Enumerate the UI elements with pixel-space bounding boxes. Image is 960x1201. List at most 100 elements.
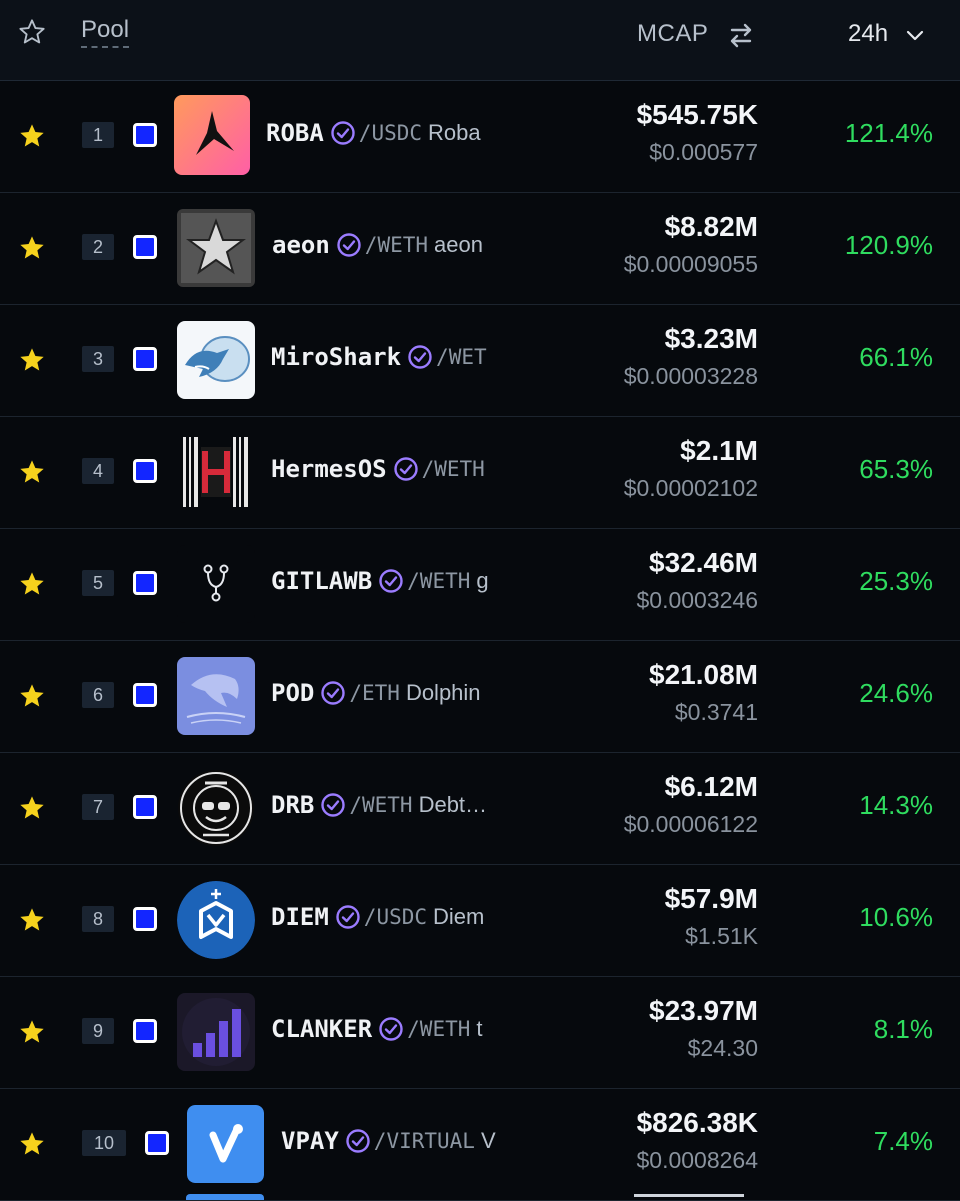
pod-logo	[177, 657, 255, 735]
chain-badge-icon	[133, 571, 157, 595]
price-change-24h: 24.6%	[859, 678, 933, 708]
table-row[interactable]: 7 DRB/WETH Debt… $6.12M $0.00006122 14.3%	[0, 753, 960, 865]
chain-badge-icon	[145, 1131, 169, 1155]
verified-check-icon	[321, 793, 346, 817]
verified-check-icon	[336, 905, 360, 929]
quote-token: /WETH	[407, 569, 471, 593]
star-filled-icon[interactable]	[18, 122, 46, 150]
token-symbol: HermesOS	[271, 455, 387, 483]
token-price: $1.51K	[685, 923, 758, 949]
table-row[interactable]: 3 MiroShark/WET $3.23M $0.00003228 66.1%	[0, 305, 960, 417]
star-filled-icon[interactable]	[18, 570, 46, 598]
token-name: Diem	[433, 904, 485, 929]
chain-badge-icon	[133, 907, 157, 931]
star-outline-icon[interactable]	[18, 18, 46, 46]
token-price: $24.30	[687, 1035, 758, 1061]
token-price: $0.000577	[649, 139, 758, 165]
chain-badge-icon	[133, 347, 157, 371]
star-filled-icon[interactable]	[18, 234, 46, 262]
quote-token: /WETH	[421, 457, 485, 481]
hermesos-logo	[177, 433, 255, 511]
price-change-24h: 8.1%	[873, 1014, 933, 1044]
next-row-partial	[634, 1193, 754, 1200]
token-name: t	[476, 1016, 483, 1041]
table-row[interactable]: 10 VPAY/VIRTUAL V $826.38K $0.0008264 7.4…	[0, 1089, 960, 1201]
table-row[interactable]: 8 DIEM/USDC Diem $57.9M $1.51K 10.6%	[0, 865, 960, 977]
table-row[interactable]: 5 GITLAWB/WETH g $32.46M $0.0003246 25.3%	[0, 529, 960, 641]
verified-check-icon	[379, 1017, 403, 1041]
pool-column-header[interactable]: Pool	[81, 16, 130, 48]
table-row[interactable]: 4 HermesOS/WETH $2.1M $0.00002102 65.3%	[0, 417, 960, 529]
rank-badge: 4	[82, 458, 114, 484]
star-filled-icon[interactable]	[18, 346, 46, 374]
price-change-24h: 10.6%	[859, 902, 933, 932]
token-name: Roba	[428, 120, 481, 145]
gitlawb-logo	[177, 545, 255, 623]
price-change-24h: 65.3%	[859, 454, 933, 484]
token-symbol: aeon	[272, 231, 330, 259]
token-price: $0.0008264	[636, 1147, 758, 1173]
star-filled-icon[interactable]	[18, 1130, 46, 1158]
token-price: $0.0003246	[636, 587, 758, 613]
token-name: V	[480, 1128, 496, 1153]
chain-badge-icon	[133, 123, 157, 147]
price-change-24h: 66.1%	[859, 342, 933, 372]
rank-badge: 3	[82, 346, 114, 372]
star-filled-icon[interactable]	[18, 682, 46, 710]
table-row[interactable]: 6 POD/ETH Dolphin $21.08M $0.3741 24.6%	[0, 641, 960, 753]
token-symbol: ROBA	[266, 119, 324, 147]
chevron-down-icon[interactable]	[906, 29, 924, 43]
verified-check-icon	[337, 233, 361, 257]
pool-token-info[interactable]: DRB/WETH Debt…	[271, 791, 529, 825]
pool-token-info[interactable]: DIEM/USDC Diem	[271, 903, 529, 937]
pool-token-info[interactable]: HermesOS/WETH	[271, 455, 529, 489]
quote-token: /WET	[436, 345, 487, 369]
star-filled-icon[interactable]	[18, 906, 46, 934]
table-row[interactable]: 9 CLANKER/WETH t $23.97M $24.30 8.1%	[0, 977, 960, 1089]
pool-token-info[interactable]: POD/ETH Dolphin	[271, 679, 529, 713]
token-price: $0.00003228	[623, 363, 758, 389]
aeon-logo	[177, 209, 255, 287]
swap-arrows-icon[interactable]	[726, 21, 756, 49]
chain-badge-icon	[133, 683, 157, 707]
token-symbol: MiroShark	[271, 343, 402, 371]
pool-token-info[interactable]: CLANKER/WETH t	[271, 1015, 529, 1049]
verified-check-icon	[379, 569, 403, 593]
token-price: $0.00009055	[623, 251, 758, 277]
chain-badge-icon	[133, 795, 157, 819]
rank-badge: 9	[82, 1018, 114, 1044]
pool-token-info[interactable]: VPAY/VIRTUAL V	[281, 1127, 528, 1161]
quote-token: /VIRTUAL	[373, 1129, 475, 1153]
token-price: $0.3741	[674, 699, 758, 725]
vpay-logo	[187, 1105, 264, 1183]
chain-badge-icon	[133, 235, 157, 259]
rank-badge: 2	[82, 234, 114, 260]
next-row-logo-partial	[186, 1194, 264, 1200]
verified-check-icon	[346, 1129, 370, 1153]
pool-token-info[interactable]: ROBA/USDC Roba	[266, 119, 524, 153]
table-row[interactable]: 2 aeon/WETH aeon $8.82M $0.00009055 120.9…	[0, 193, 960, 305]
verified-check-icon	[408, 345, 432, 369]
token-price: $0.00006122	[623, 811, 758, 837]
pool-token-info[interactable]: GITLAWB/WETH g	[271, 567, 529, 601]
pool-token-info[interactable]: aeon/WETH aeon	[272, 231, 530, 265]
token-name: Dolphin	[405, 680, 481, 705]
chain-badge-icon	[133, 1019, 157, 1043]
miroshark-logo	[177, 321, 255, 399]
roba-logo	[174, 95, 250, 175]
mcap-column-header[interactable]: MCAP	[637, 20, 708, 48]
market-cap: $21.08M	[649, 659, 758, 690]
quote-token: /WETH	[407, 1017, 471, 1041]
pool-token-info[interactable]: MiroShark/WET	[271, 343, 529, 377]
chain-badge-icon	[133, 459, 157, 483]
market-cap: $32.46M	[649, 547, 758, 578]
star-filled-icon[interactable]	[18, 794, 46, 822]
rank-badge: 1	[82, 122, 114, 148]
star-filled-icon[interactable]	[18, 458, 46, 486]
market-cap: $23.97M	[649, 995, 758, 1026]
period-selector[interactable]: 24h	[848, 20, 888, 48]
quote-token: /ETH	[349, 681, 400, 705]
star-filled-icon[interactable]	[18, 1018, 46, 1046]
table-row[interactable]: 1 ROBA/USDC Roba $545.75K $0.000577 121.4…	[0, 81, 960, 193]
rank-badge: 5	[82, 570, 114, 596]
